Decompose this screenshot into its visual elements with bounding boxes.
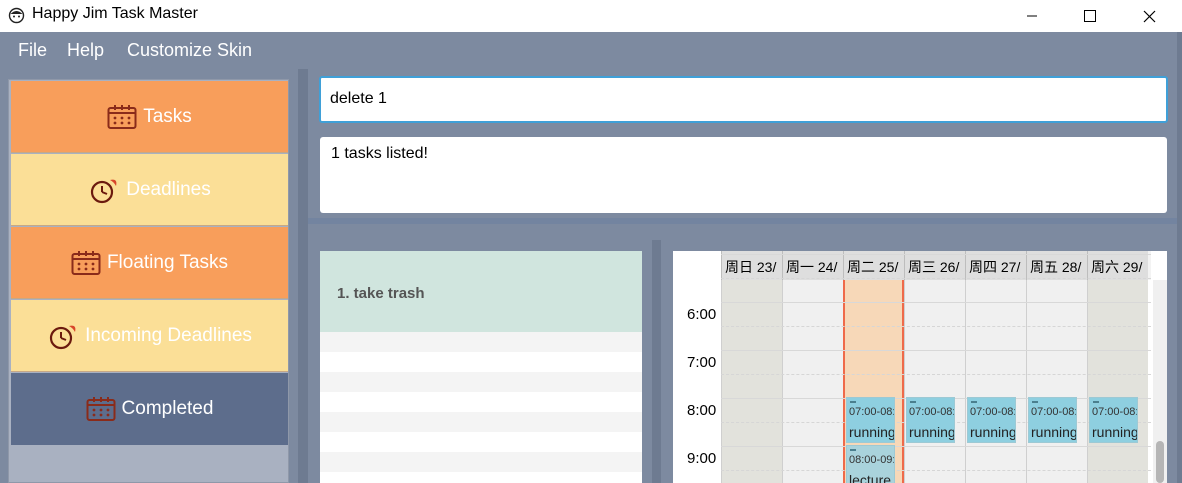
calendar-event[interactable]: 07:00-08:0 running [846,397,895,443]
window-edge [1177,32,1182,483]
time-label: 6:00 [687,306,717,323]
calendar-header: 周日 23/周一 24/周二 25/周三 26/周四 27/周五 28/周六 2… [673,251,1151,280]
title-bar: Happy Jim Task Master [0,0,1182,32]
day-column[interactable] [1087,280,1148,483]
calendar-icon [86,397,116,421]
maximize-button[interactable] [1061,0,1119,32]
day-header: 周五 28/ [1026,251,1087,280]
event-marker [1032,401,1038,403]
half-hour-line [721,326,1151,327]
event-marker [1093,401,1099,403]
task-list[interactable]: 1. take trash [320,251,642,483]
minimize-icon [1027,15,1037,17]
empty-row [320,332,642,352]
event-name: running [1031,424,1077,440]
empty-row [320,412,642,432]
sidebar-item-label: Floating Tasks [106,251,229,273]
task-title: 1. take trash [337,285,425,302]
menu-file[interactable]: File [18,40,47,61]
app-logo-icon [8,7,25,24]
event-time: 07:00-08:0 [1031,406,1076,418]
sidebar-item-label: Tasks [143,105,192,127]
event-time: 07:00-08:0 [849,406,894,418]
day-column[interactable] [721,280,782,483]
event-time: 07:00-08:0 [970,406,1015,418]
empty-row [320,452,642,472]
half-hour-line [721,374,1151,375]
day-column[interactable] [1026,280,1087,483]
day-column[interactable] [965,280,1026,483]
sidebar: Tasks Deadlines Floating Tasks Incoming … [8,79,289,483]
calendar-event[interactable]: 07:00-08:0 running [906,397,955,443]
hour-line [721,446,1151,447]
sidebar-splitter[interactable] [298,69,308,483]
event-name: running [1092,424,1138,440]
event-time: 08:00-09:0 [849,454,894,466]
week-calendar[interactable]: 周日 23/周一 24/周二 25/周三 26/周四 27/周五 28/周六 2… [673,251,1167,483]
day-column[interactable] [904,280,965,483]
list-item[interactable]: 1. take trash [320,251,642,332]
event-name: running [970,424,1016,440]
clock-icon [91,179,117,203]
menu-bar: File Help Customize Skin [0,32,1182,69]
sidebar-item-incoming-deadlines[interactable]: Incoming Deadlines [11,300,288,372]
time-label: 7:00 [687,354,717,371]
calendar-event[interactable]: 07:00-08:0 running [967,397,1016,443]
command-box[interactable] [319,76,1168,123]
event-marker [850,401,856,403]
event-marker [910,401,916,403]
time-label: 9:00 [687,450,717,467]
event-time: 07:00-08:0 [909,406,954,418]
sidebar-item-tasks[interactable]: Tasks [11,81,288,153]
event-marker [971,401,977,403]
maximize-icon [1084,10,1096,22]
calendar-event[interactable]: 07:00-08:0 running [1028,397,1077,443]
close-icon [1143,10,1155,22]
calendar-event[interactable]: 08:00-09:0 lecture [846,445,895,483]
clock-icon [49,325,76,349]
sidebar-item-deadlines[interactable]: Deadlines [11,154,288,226]
window-title: Happy Jim Task Master [32,5,198,22]
calendar-icon [71,250,101,275]
event-time: 07:00-08:0 [1092,406,1137,418]
calendar-icon [107,104,137,129]
calendar-event[interactable]: 07:00-08:0 running [1089,397,1138,443]
calendar-scrollbar[interactable] [1153,280,1167,483]
header-gutter [673,251,721,280]
close-button[interactable] [1120,0,1178,32]
sidebar-item-label: Completed [121,398,214,419]
hour-line [721,302,1151,303]
hour-line [721,350,1151,351]
menu-customize-skin[interactable]: Customize Skin [127,40,252,61]
list-calendar-splitter[interactable] [652,240,661,483]
result-display: 1 tasks listed! [320,137,1167,213]
horizontal-splitter[interactable] [308,218,1182,224]
day-header: 周三 26/ [904,251,965,280]
empty-row [320,372,642,392]
scrollbar-thumb[interactable] [1156,441,1164,483]
minimize-button[interactable] [1003,0,1061,32]
half-hour-line [721,470,1151,471]
time-label: 8:00 [687,402,717,419]
sidebar-item-completed[interactable]: Completed [11,373,288,445]
sidebar-item-floating-tasks[interactable]: Floating Tasks [11,227,288,299]
sidebar-item-label: Incoming Deadlines [85,324,252,346]
day-header: 周六 29/ [1087,251,1148,280]
menu-help[interactable]: Help [67,40,104,61]
command-input[interactable] [330,90,1130,108]
day-header: 周二 25/ [843,251,904,280]
result-message: 1 tasks listed! [331,145,428,162]
half-hour-line [721,278,1151,279]
event-name: lecture [849,472,892,483]
event-name: running [909,424,955,440]
day-column[interactable] [782,280,843,483]
sidebar-item-label: Deadlines [126,178,211,200]
event-name: running [849,424,895,440]
day-header: 周一 24/ [782,251,843,280]
day-header: 周四 27/ [965,251,1026,280]
hour-line [721,254,1151,255]
day-header: 周日 23/ [721,251,782,280]
event-marker [850,449,856,451]
